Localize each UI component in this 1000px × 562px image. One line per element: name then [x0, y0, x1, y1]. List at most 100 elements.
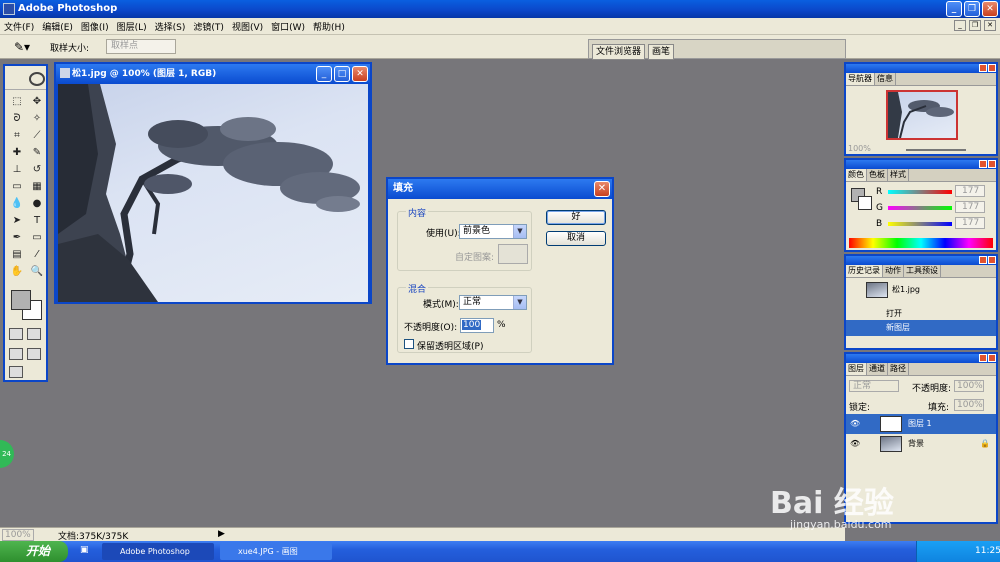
- color-ramp[interactable]: [849, 238, 993, 248]
- taskbar-item-paint[interactable]: xue4.JPG - 画图: [220, 543, 332, 560]
- history-brush-tool-icon[interactable]: ↺: [28, 162, 46, 177]
- mdi-close-button[interactable]: ✕: [984, 20, 996, 31]
- foreground-color-swatch[interactable]: [11, 290, 31, 310]
- tab-color[interactable]: 颜色: [846, 169, 867, 181]
- standard-mode-icon[interactable]: [9, 328, 23, 340]
- tab-history[interactable]: 历史记录: [846, 265, 883, 277]
- stamp-tool-icon[interactable]: ⊥: [8, 162, 26, 177]
- channel-r-input[interactable]: 177: [955, 185, 985, 197]
- channel-g-input[interactable]: 177: [955, 201, 985, 213]
- tab-channels[interactable]: 通道: [867, 363, 888, 375]
- navigator-thumbnail[interactable]: [886, 90, 958, 140]
- tab-tool-presets[interactable]: 工具预设: [904, 265, 941, 277]
- type-tool-icon[interactable]: T: [28, 213, 46, 228]
- zoom-tool-icon[interactable]: 🔍: [28, 264, 46, 279]
- tab-actions[interactable]: 动作: [883, 265, 904, 277]
- color-bg-swatch[interactable]: [858, 196, 872, 210]
- panel-close-icon[interactable]: [988, 64, 996, 72]
- panel-minimize-icon[interactable]: [979, 160, 987, 168]
- notes-tool-icon[interactable]: ▤: [8, 247, 26, 262]
- status-menu-arrow-icon[interactable]: ▶: [218, 529, 225, 539]
- eyedropper-tool-icon[interactable]: ⁄: [28, 247, 46, 262]
- side-badge[interactable]: 24: [0, 440, 14, 468]
- dodge-tool-icon[interactable]: ●: [28, 196, 46, 211]
- document-minimize-button[interactable]: _: [316, 66, 332, 82]
- restore-button[interactable]: ❐: [964, 1, 980, 17]
- eye-icon[interactable]: 👁: [850, 434, 860, 454]
- channel-b-input[interactable]: 177: [955, 217, 985, 229]
- panel-close-icon[interactable]: [988, 256, 996, 264]
- shape-tool-icon[interactable]: ▭: [28, 230, 46, 245]
- panel-minimize-icon[interactable]: [979, 256, 987, 264]
- close-button[interactable]: ✕: [982, 1, 998, 17]
- panel-title-bar[interactable]: [846, 256, 996, 265]
- layer-row-selected[interactable]: 👁 图层 1: [846, 414, 996, 434]
- minimize-button[interactable]: _: [946, 1, 962, 17]
- brush-tool-icon[interactable]: ✎: [28, 145, 46, 160]
- panel-minimize-icon[interactable]: [979, 64, 987, 72]
- channel-g-slider[interactable]: [888, 206, 952, 210]
- tab-paths[interactable]: 路径: [888, 363, 909, 375]
- history-snapshot[interactable]: 松1.jpg: [846, 280, 996, 300]
- panel-title-bar[interactable]: [846, 160, 996, 169]
- layer-fill-input[interactable]: 100%: [954, 399, 984, 411]
- fill-dialog-title-bar[interactable]: 填充: [388, 179, 612, 199]
- tab-styles[interactable]: 样式: [888, 169, 909, 181]
- move-tool-icon[interactable]: ✥: [28, 94, 46, 109]
- menu-window[interactable]: 窗口(W): [271, 20, 305, 33]
- menu-file[interactable]: 文件(F): [4, 20, 34, 33]
- mode-select[interactable]: 正常 ▼: [459, 295, 527, 310]
- sample-size-select[interactable]: 取样点: [106, 39, 176, 54]
- clock[interactable]: 11:25: [975, 546, 1000, 556]
- document-canvas[interactable]: [58, 84, 368, 302]
- menu-layer[interactable]: 图层(L): [117, 20, 147, 33]
- screen-mode-standard-icon[interactable]: [9, 348, 23, 360]
- menu-view[interactable]: 视图(V): [232, 20, 263, 33]
- panel-close-icon[interactable]: [988, 354, 996, 362]
- start-button[interactable]: 开始: [0, 541, 68, 562]
- imageready-icon[interactable]: [9, 366, 23, 378]
- adobe-eye-icon[interactable]: [29, 72, 45, 86]
- navigator-zoom-slider[interactable]: [906, 149, 966, 151]
- opacity-input[interactable]: 100: [460, 318, 494, 333]
- layer-row[interactable]: 👁 背景 🔒: [846, 434, 996, 454]
- navigator-zoom[interactable]: 100%: [848, 144, 871, 153]
- slice-tool-icon[interactable]: ⟋: [28, 128, 46, 143]
- mdi-minimize-button[interactable]: _: [954, 20, 966, 31]
- preserve-transparency-checkbox[interactable]: [404, 339, 414, 349]
- menu-filter[interactable]: 滤镜(T): [193, 20, 224, 33]
- panel-close-icon[interactable]: [988, 160, 996, 168]
- tab-navigator[interactable]: 导航器: [846, 73, 875, 85]
- magic-wand-tool-icon[interactable]: ✧: [28, 111, 46, 126]
- pen-tool-icon[interactable]: ✒: [8, 230, 26, 245]
- layer-opacity-input[interactable]: 100%: [954, 380, 984, 392]
- tab-swatches[interactable]: 色板: [867, 169, 888, 181]
- path-selection-tool-icon[interactable]: ➤: [8, 213, 26, 228]
- menu-help[interactable]: 帮助(H): [313, 20, 345, 33]
- document-maximize-button[interactable]: □: [334, 66, 350, 82]
- custom-pattern-picker[interactable]: [498, 244, 528, 264]
- lasso-tool-icon[interactable]: ᘐ: [8, 111, 26, 126]
- screen-mode-full-icon[interactable]: [27, 348, 41, 360]
- history-item-selected[interactable]: 新图层: [846, 320, 996, 336]
- healing-brush-tool-icon[interactable]: ✚: [8, 145, 26, 160]
- ok-button[interactable]: 好: [546, 210, 606, 225]
- mdi-restore-button[interactable]: ❐: [969, 20, 981, 31]
- tab-layers[interactable]: 图层: [846, 363, 867, 375]
- use-select[interactable]: 前景色 ▼: [459, 224, 527, 239]
- menu-edit[interactable]: 编辑(E): [42, 20, 73, 33]
- gradient-tool-icon[interactable]: ▦: [28, 179, 46, 194]
- tab-brushes[interactable]: 画笔: [648, 44, 675, 60]
- panel-minimize-icon[interactable]: [979, 354, 987, 362]
- tab-info[interactable]: 信息: [875, 73, 896, 85]
- hand-tool-icon[interactable]: ✋: [8, 264, 26, 279]
- taskbar-item-photoshop[interactable]: Adobe Photoshop: [102, 543, 214, 560]
- tab-file-browser[interactable]: 文件浏览器: [592, 44, 646, 60]
- channel-b-slider[interactable]: [888, 222, 952, 226]
- channel-r-slider[interactable]: [888, 190, 952, 194]
- marquee-tool-icon[interactable]: ⬚: [8, 94, 26, 109]
- show-desktop-icon[interactable]: ▣: [80, 545, 89, 555]
- blur-tool-icon[interactable]: 💧: [8, 196, 26, 211]
- eraser-tool-icon[interactable]: ▭: [8, 179, 26, 194]
- panel-title-bar[interactable]: [846, 354, 996, 363]
